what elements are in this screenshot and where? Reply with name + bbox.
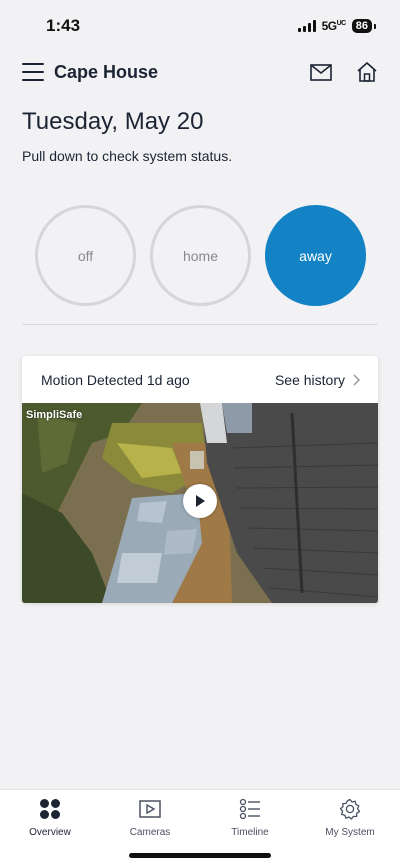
camera-play-icon (139, 798, 161, 820)
menu-icon[interactable] (22, 63, 44, 81)
mail-icon[interactable] (310, 63, 332, 81)
chevron-right-icon (353, 373, 360, 386)
tab-overview[interactable]: Overview (0, 790, 100, 867)
motion-event-card: Motion Detected 1d ago See history Simpl… (22, 356, 378, 603)
header-actions (310, 62, 378, 82)
tab-label: Cameras (129, 827, 171, 838)
camera-thumbnail[interactable]: SimpliSafe (22, 403, 378, 603)
mode-away-button[interactable]: away (265, 205, 366, 306)
home-indicator (129, 853, 271, 858)
status-bar: 1:43 5GUC 86 (0, 0, 400, 52)
home-icon[interactable] (356, 62, 378, 82)
location-title[interactable]: Cape House (54, 62, 158, 83)
network-sup: UC (336, 20, 347, 27)
status-indicators: 5GUC 86 (297, 19, 377, 33)
mode-off-button[interactable]: off (35, 205, 136, 306)
see-history-label: See history (274, 371, 345, 388)
pull-hint: Pull down to check system status. (22, 148, 233, 164)
tab-label: Overview (29, 827, 71, 838)
gear-icon (339, 798, 361, 820)
tab-my-system[interactable]: My System (300, 790, 400, 867)
tab-label: My System (325, 827, 375, 838)
grid-icon (39, 798, 61, 820)
mode-home-button[interactable]: home (150, 205, 251, 306)
tab-label: Timeline (231, 827, 269, 838)
signal-icon (297, 20, 316, 32)
camera-watermark: SimpliSafe (26, 409, 83, 421)
divider (22, 324, 378, 325)
status-time: 1:43 (46, 16, 81, 35)
motion-event-title: Motion Detected 1d ago (41, 371, 190, 388)
play-icon (196, 495, 205, 507)
play-button[interactable] (183, 484, 217, 518)
app-header: Cape House (0, 54, 400, 90)
security-mode-selector: off home away (35, 205, 366, 308)
battery-indicator: 86 (351, 19, 377, 33)
see-history-link[interactable]: See history (275, 372, 360, 388)
card-header: Motion Detected 1d ago See history (22, 356, 378, 403)
network-label: 5G (321, 19, 338, 33)
network-indicator: 5GUC (321, 19, 347, 33)
timeline-icon (239, 798, 261, 820)
current-date: Tuesday, May 20 (22, 108, 204, 135)
